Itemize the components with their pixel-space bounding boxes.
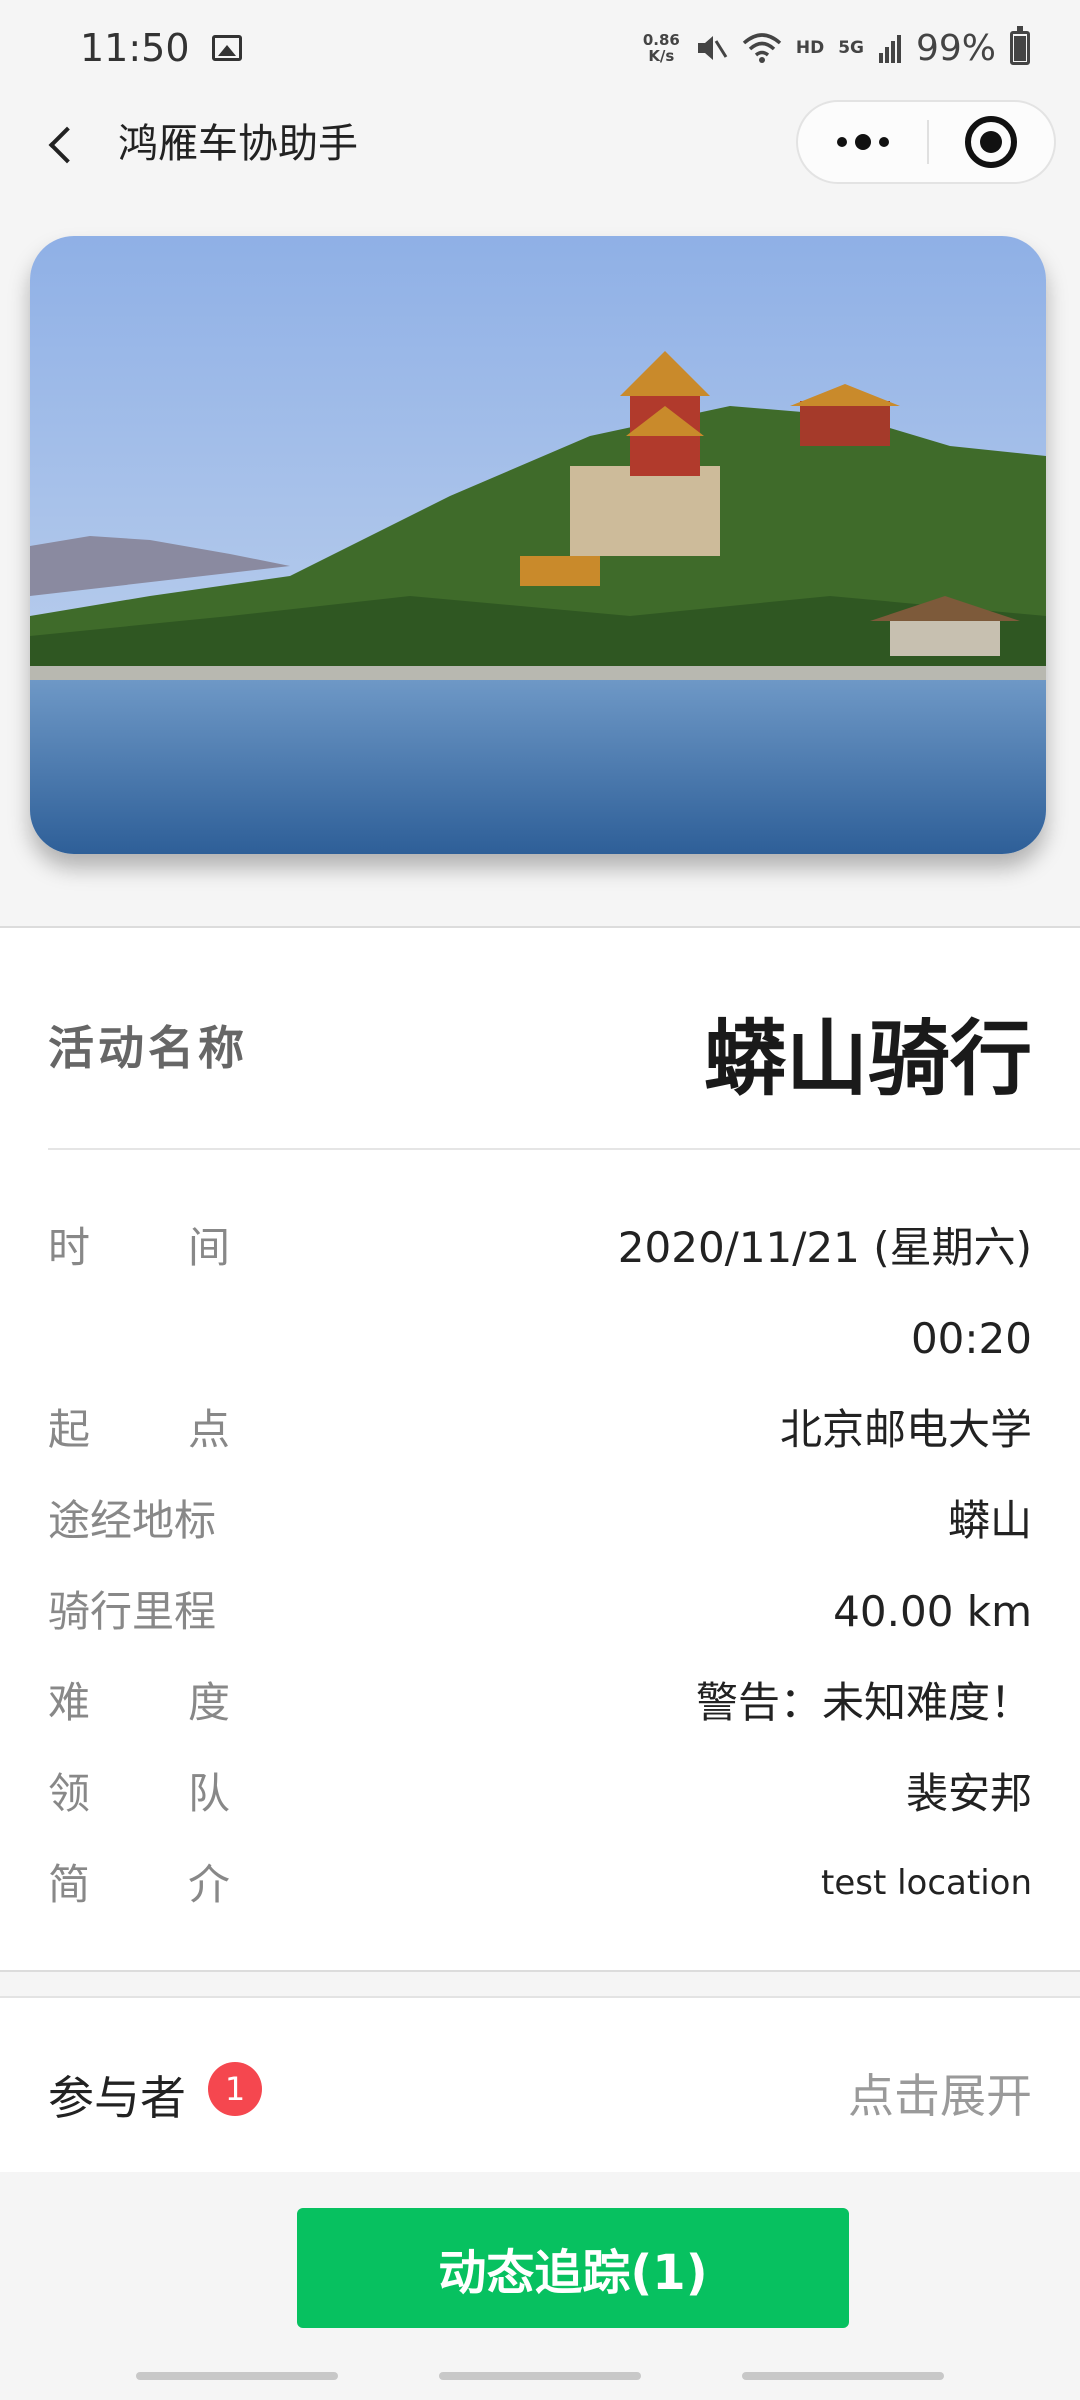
- detail-label: 领队: [48, 1769, 230, 1818]
- detail-row-time: 时间 2020/11/21 (星期六): [48, 1218, 1032, 1278]
- nav-gesture-back[interactable]: [742, 2372, 944, 2380]
- detail-value-distance: 40.00 km: [833, 1587, 1032, 1636]
- participants-section[interactable]: 参与者 1 点击展开: [0, 1996, 1080, 2172]
- detail-row-start-point: 起点 北京邮电大学: [48, 1400, 1032, 1460]
- status-bar: 11:50 0.86 K/s HD 5G 99%: [0, 0, 1080, 96]
- page-title: 鸿雁车协助手: [118, 121, 358, 167]
- detail-row-difficulty: 难度 警告：未知难度！: [48, 1673, 1032, 1733]
- status-time: 11:50: [80, 26, 190, 70]
- live-tracking-button[interactable]: 动态追踪(1): [297, 2208, 849, 2328]
- network-type: 5G: [838, 38, 864, 58]
- activity-name-row: 活动名称 蟒山骑行: [48, 928, 1032, 1148]
- detail-value-date: 2020/11/21 (星期六): [617, 1223, 1032, 1272]
- activity-banner-image: [30, 236, 1046, 854]
- mini-program-capsule: [796, 100, 1056, 184]
- participants-count-badge: 1: [208, 2062, 262, 2116]
- detail-value-description: test location: [820, 1863, 1032, 1903]
- detail-value-leader: 裴安邦: [905, 1769, 1032, 1818]
- participants-label: 参与者: [48, 2071, 186, 2125]
- wifi-icon: [742, 33, 782, 63]
- detail-row-distance: 骑行里程 40.00 km: [48, 1582, 1032, 1642]
- image-notification-icon: [211, 35, 242, 61]
- detail-value-landmark: 蟒山: [947, 1496, 1032, 1545]
- mute-icon: [697, 36, 728, 60]
- detail-label: 起点: [48, 1405, 230, 1454]
- signal-icon: [878, 35, 901, 63]
- back-button[interactable]: [36, 116, 92, 172]
- detail-label: 难度: [48, 1678, 230, 1727]
- target-icon: [965, 116, 1018, 168]
- divider: [48, 1148, 1080, 1150]
- network-speed: 0.86 K/s: [642, 31, 680, 65]
- detail-value-time: 00:20: [910, 1314, 1032, 1363]
- nav-gesture-recent[interactable]: [136, 2372, 338, 2380]
- close-mini-program-button[interactable]: [929, 102, 1054, 182]
- hd-indicator: HD: [795, 38, 825, 58]
- nav-gesture-home[interactable]: [439, 2372, 641, 2380]
- detail-value-difficulty: 警告：未知难度！: [695, 1678, 1032, 1727]
- detail-row-time-continued: 00:20: [48, 1309, 1032, 1369]
- detail-label: 简介: [48, 1860, 230, 1909]
- battery-percent: 99%: [915, 27, 996, 69]
- detail-row-landmark: 途经地标 蟒山: [48, 1491, 1032, 1551]
- detail-label: 骑行里程: [48, 1587, 217, 1636]
- activity-info-card: 活动名称 蟒山骑行 时间 2020/11/21 (星期六) 00:20 起点 北…: [0, 926, 1080, 1972]
- detail-label: 时间: [48, 1223, 230, 1272]
- activity-name-value: 蟒山骑行: [703, 1012, 1032, 1107]
- expand-participants-link[interactable]: 点击展开: [848, 2060, 1032, 2126]
- detail-row-description: 简介 test location: [48, 1855, 1032, 1915]
- battery-icon: [1010, 26, 1030, 65]
- nav-bar: 鸿雁车协助手: [0, 96, 1080, 192]
- detail-value-start-point: 北京邮电大学: [779, 1405, 1032, 1454]
- activity-name-label: 活动名称: [48, 1021, 248, 1075]
- detail-label: 途经地标: [48, 1496, 217, 1545]
- bottom-bar: 动态追踪(1): [0, 2172, 1080, 2400]
- more-options-button[interactable]: [798, 102, 927, 182]
- detail-row-leader: 领队 裴安邦: [48, 1764, 1032, 1824]
